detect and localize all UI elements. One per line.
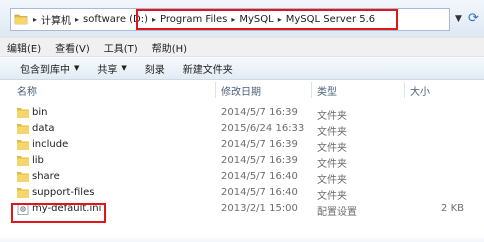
address-bar-area: ▸ 计算机 ▸ software (D:) ▸ Program Files ▸ … (0, 0, 484, 38)
menu-tools[interactable]: 工具(T) (97, 40, 145, 55)
list-item[interactable]: support-files 2014/5/7 16:40 文件夹 (0, 185, 484, 202)
refresh-icon[interactable]: ⟳ (468, 11, 479, 26)
column-divider[interactable] (404, 82, 405, 98)
menu-edit[interactable]: 编辑(E) (0, 40, 48, 55)
file-name: share (32, 171, 60, 182)
folder-icon (14, 14, 28, 25)
file-name: include (32, 139, 69, 150)
include-label: 包含到库中 (20, 64, 70, 76)
folder-icon (17, 172, 29, 182)
menu-bar: 编辑(E) 查看(V) 工具(T) 帮助(H) (0, 38, 484, 57)
file-type: 文件夹 (317, 159, 347, 170)
column-name[interactable]: 名称 (17, 83, 37, 98)
burn-button[interactable]: 刻录 (136, 61, 174, 76)
crumb-computer[interactable]: 计算机 (41, 12, 71, 27)
file-name: support-files (32, 187, 95, 198)
file-modified: 2014/5/7 16:39 (221, 107, 298, 118)
file-type: 文件夹 (317, 175, 347, 186)
include-in-library-button[interactable]: 包含到库中 ▼ (0, 61, 88, 76)
file-type: 文件夹 (317, 111, 347, 122)
chevron-right-icon[interactable]: ▸ (33, 15, 37, 24)
command-toolbar: 包含到库中 ▼ 共享 ▼ 刻录 新建文件夹 (0, 57, 484, 80)
folder-icon (17, 124, 29, 134)
file-modified: 2014/5/7 16:40 (221, 187, 298, 198)
menu-view[interactable]: 查看(V) (48, 40, 97, 55)
folder-icon (17, 156, 29, 166)
column-header-row: 名称 修改日期 类型 大小 (0, 80, 484, 100)
column-modified[interactable]: 修改日期 (221, 83, 261, 98)
file-modified: 2013/2/1 15:00 (221, 203, 298, 214)
column-divider[interactable] (215, 82, 216, 98)
menu-help[interactable]: 帮助(H) (145, 40, 194, 55)
file-type: 配置设置 (317, 207, 357, 218)
folder-icon (17, 188, 29, 198)
burn-label: 刻录 (144, 64, 165, 76)
column-type[interactable]: 类型 (317, 83, 337, 98)
list-item[interactable]: bin 2014/5/7 16:39 文件夹 (0, 105, 484, 122)
new-folder-label: 新建文件夹 (182, 64, 233, 76)
share-button[interactable]: 共享 ▼ (88, 61, 135, 76)
file-type: 文件夹 (317, 127, 347, 138)
file-modified: 2014/5/7 16:39 (221, 155, 298, 166)
path-highlight-box (136, 9, 398, 30)
file-modified: 2015/6/24 16:33 (221, 123, 305, 134)
folder-icon (17, 108, 29, 118)
list-item[interactable]: lib 2014/5/7 16:39 文件夹 (0, 153, 484, 170)
file-highlight-box (11, 203, 106, 223)
list-item[interactable]: share 2014/5/7 16:40 文件夹 (0, 169, 484, 186)
chevron-right-icon[interactable]: ▸ (75, 15, 79, 24)
file-modified: 2014/5/7 16:39 (221, 139, 298, 150)
file-name: bin (32, 107, 48, 118)
file-name: data (32, 123, 55, 134)
chevron-down-icon[interactable]: ▼ (455, 14, 462, 24)
list-item[interactable]: data 2015/6/24 16:33 文件夹 (0, 121, 484, 138)
file-modified: 2014/5/7 16:40 (221, 171, 298, 182)
file-size: 2 KB (441, 203, 464, 214)
chevron-down-icon: ▼ (121, 64, 127, 72)
column-size[interactable]: 大小 (410, 83, 430, 98)
chevron-down-icon: ▼ (74, 64, 80, 72)
bottom-edge (0, 238, 484, 242)
file-list: bin 2014/5/7 16:39 文件夹 data 2015/6/24 16… (0, 105, 484, 218)
file-type: 文件夹 (317, 143, 347, 154)
folder-icon (17, 140, 29, 150)
list-item[interactable]: include 2014/5/7 16:39 文件夹 (0, 137, 484, 154)
share-label: 共享 (97, 64, 118, 76)
new-folder-button[interactable]: 新建文件夹 (174, 61, 242, 76)
column-divider[interactable] (311, 82, 312, 98)
file-type: 文件夹 (317, 191, 347, 202)
file-name: lib (32, 155, 44, 166)
